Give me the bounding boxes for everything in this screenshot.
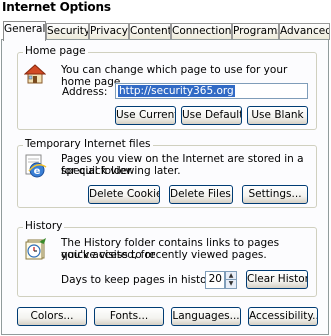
temp-files-group: Temporary Internet files e Pages you vie… <box>17 138 317 208</box>
tab-advanced[interactable]: Advanced <box>279 23 330 40</box>
home-page-address-field[interactable]: http://security365.org <box>115 83 308 99</box>
use-blank-button[interactable]: Use Blank <box>247 106 308 125</box>
days-to-keep-input[interactable]: 20 <box>205 271 225 289</box>
tab-privacy[interactable]: Privacy <box>89 23 129 40</box>
window-title: Internet Options <box>2 0 111 14</box>
address-value: http://security365.org <box>118 85 235 97</box>
tab-security[interactable]: Security <box>46 23 89 40</box>
days-spinner[interactable]: ▲ ▼ <box>225 271 237 289</box>
home-page-group-label: Home page <box>23 45 88 57</box>
internet-explorer-page-icon: e <box>24 154 48 183</box>
tab-content[interactable]: Content <box>129 23 171 40</box>
tab-programs[interactable]: Programs <box>232 23 279 40</box>
history-description-line2: quick access to recently viewed pages. <box>61 249 267 261</box>
address-label: Address: <box>62 86 108 98</box>
colors-button[interactable]: Colors... <box>17 307 87 326</box>
languages-button[interactable]: Languages... <box>171 307 241 326</box>
temp-files-group-label: Temporary Internet files <box>23 138 153 150</box>
accessibility-button[interactable]: Accessibility... <box>248 307 318 326</box>
delete-cookies-button[interactable]: Delete Cookies... <box>88 185 160 204</box>
temp-files-description-line2: for quick viewing later. <box>61 165 181 177</box>
days-to-keep-label: Days to keep pages in history: <box>61 274 220 286</box>
fonts-button[interactable]: Fonts... <box>94 307 164 326</box>
use-current-button[interactable]: Use Current <box>115 106 176 125</box>
use-default-button[interactable]: Use Default <box>181 106 242 125</box>
spinner-up-icon[interactable]: ▲ <box>226 272 236 280</box>
history-group-label: History <box>23 220 65 232</box>
general-tab-panel: Home page You can change which page to u… <box>1 39 329 335</box>
tab-strip: General Security Privacy Content Connect… <box>0 21 331 41</box>
svg-text:e: e <box>34 166 41 177</box>
settings-button[interactable]: Settings... <box>242 185 308 204</box>
tab-general[interactable]: General <box>3 21 46 41</box>
history-group: History The History folder contains link… <box>17 220 317 297</box>
delete-files-button[interactable]: Delete Files... <box>169 185 233 204</box>
spinner-down-icon[interactable]: ▼ <box>226 280 236 288</box>
clear-history-button[interactable]: Clear History <box>246 270 308 289</box>
tab-connections[interactable]: Connections <box>171 23 232 40</box>
history-icon <box>24 237 48 264</box>
house-icon <box>23 63 47 88</box>
home-page-group: Home page You can change which page to u… <box>17 45 317 130</box>
